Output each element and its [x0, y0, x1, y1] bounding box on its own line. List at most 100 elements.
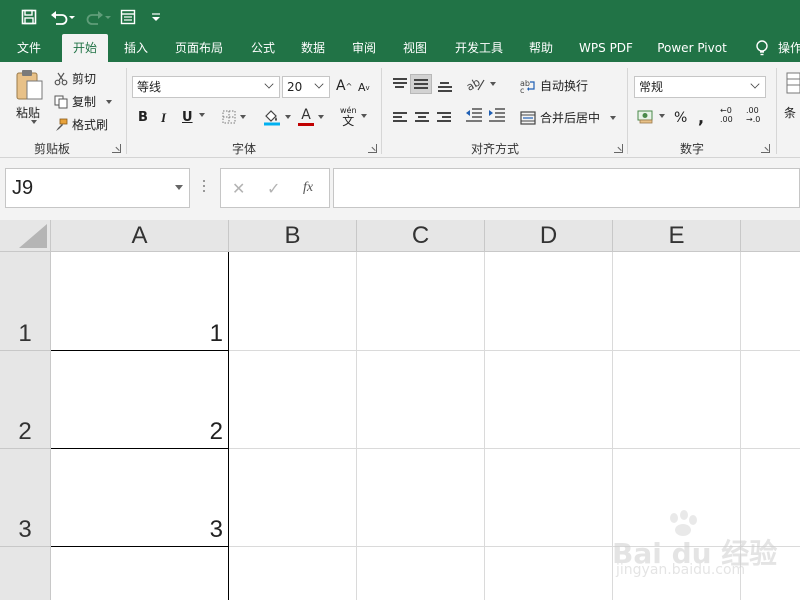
underline-dropdown[interactable] [195, 113, 205, 117]
insert-function-icon[interactable]: fx [303, 180, 313, 196]
format-painter-button[interactable]: 格式刷 [54, 116, 108, 133]
watermark-url: jingyan.baidu.com [616, 562, 746, 578]
cell-d4[interactable] [485, 547, 613, 600]
accounting-format-button[interactable] [637, 108, 665, 124]
undo-icon[interactable] [48, 6, 78, 28]
cell-d1[interactable] [485, 252, 613, 351]
cell-b3[interactable] [229, 449, 357, 547]
tab-power-pivot[interactable]: Power Pivot [652, 34, 732, 62]
orientation-button[interactable]: ab [466, 76, 496, 92]
tab-data[interactable]: 数据 [293, 34, 333, 62]
shrink-font-button[interactable]: Av [358, 81, 370, 94]
align-top-icon[interactable] [393, 78, 407, 90]
font-color-button[interactable]: A [298, 108, 324, 126]
align-middle-button[interactable] [410, 74, 432, 94]
cell-c3[interactable] [357, 449, 485, 547]
borders-button[interactable] [222, 110, 246, 124]
cell-c2[interactable] [357, 351, 485, 449]
number-launcher-icon[interactable] [761, 144, 770, 153]
percent-button[interactable]: % [674, 110, 687, 126]
tab-home[interactable]: 开始 [62, 34, 108, 62]
cell-d3[interactable] [485, 449, 613, 547]
cell-a1[interactable]: 1 [51, 252, 229, 351]
tab-file[interactable]: 文件 [8, 34, 50, 62]
tab-view[interactable]: 视图 [395, 34, 435, 62]
conditional-formatting-label[interactable]: 条 [784, 104, 796, 121]
cell-f2[interactable] [741, 351, 800, 449]
tab-review[interactable]: 审阅 [344, 34, 384, 62]
tab-developer[interactable]: 开发工具 [448, 34, 510, 62]
column-header-d[interactable]: D [485, 220, 613, 252]
cell-a3[interactable]: 3 [51, 449, 229, 547]
customize-qat-icon[interactable] [148, 6, 164, 28]
cell-e2[interactable] [613, 351, 741, 449]
column-header-f[interactable] [741, 220, 800, 252]
align-right-icon[interactable] [437, 112, 451, 124]
row-header-4[interactable] [0, 547, 51, 600]
align-left-icon[interactable] [393, 112, 407, 124]
save-icon[interactable] [18, 6, 40, 28]
font-size-select[interactable]: 20 [282, 76, 330, 98]
tab-wps-pdf[interactable]: WPS PDF [574, 34, 638, 62]
cell-b4[interactable] [229, 547, 357, 600]
bold-button[interactable]: B [138, 110, 148, 125]
decrease-indent-icon[interactable] [465, 108, 483, 122]
name-box[interactable]: J9 [5, 168, 190, 208]
cell-d2[interactable] [485, 351, 613, 449]
lightbulb-icon[interactable] [752, 34, 772, 62]
cell-b1[interactable] [229, 252, 357, 351]
column-header-e[interactable]: E [613, 220, 741, 252]
align-bottom-icon[interactable] [438, 82, 452, 94]
cell-c4[interactable] [357, 547, 485, 600]
cut-button[interactable]: 剪切 [54, 70, 96, 87]
ribbon-tab-bar: 文件 开始 插入 页面布局 公式 数据 审阅 视图 开发工具 帮助 WPS PD… [0, 34, 800, 62]
row-header-3[interactable]: 3 [0, 449, 51, 547]
tab-formulas[interactable]: 公式 [243, 34, 283, 62]
fill-color-button[interactable] [263, 108, 291, 126]
tab-page-layout[interactable]: 页面布局 [170, 34, 228, 62]
cell-b2[interactable] [229, 351, 357, 449]
paste-label[interactable]: 粘贴 [16, 104, 40, 121]
name-box-dropdown-icon[interactable] [175, 185, 183, 190]
redo-icon[interactable] [84, 6, 114, 28]
underline-button[interactable]: U [182, 110, 193, 125]
tab-tell-me[interactable]: 操作 [778, 34, 800, 62]
tab-insert[interactable]: 插入 [116, 34, 156, 62]
grow-font-button[interactable]: A ^ [336, 78, 352, 94]
font-launcher-icon[interactable] [368, 144, 377, 153]
cell-e1[interactable] [613, 252, 741, 351]
clipboard-launcher-icon[interactable] [112, 144, 121, 153]
formula-input[interactable] [333, 168, 800, 208]
formula-bar-grip-icon[interactable] [203, 180, 206, 194]
enter-icon[interactable]: ✓ [267, 179, 280, 198]
row-header-1[interactable]: 1 [0, 252, 51, 351]
font-name-select[interactable]: 等线 [132, 76, 280, 98]
tab-help[interactable]: 帮助 [521, 34, 561, 62]
wrap-text-button[interactable]: ab c 自动换行 [520, 77, 588, 94]
select-all-button[interactable] [0, 220, 51, 252]
align-center-icon[interactable] [415, 112, 429, 124]
form-icon[interactable] [118, 6, 138, 28]
column-header-b[interactable]: B [229, 220, 357, 252]
alignment-launcher-icon[interactable] [614, 144, 623, 153]
comma-style-button[interactable]: , [698, 108, 704, 127]
cell-a4[interactable] [51, 547, 229, 600]
italic-button[interactable]: I [161, 110, 166, 126]
paste-icon[interactable] [14, 68, 46, 102]
column-header-a[interactable]: A [51, 220, 229, 252]
increase-indent-icon[interactable] [488, 108, 506, 122]
cancel-icon[interactable]: ✕ [232, 179, 245, 198]
cell-c1[interactable] [357, 252, 485, 351]
row-header-2[interactable]: 2 [0, 351, 51, 449]
column-header-c[interactable]: C [357, 220, 485, 252]
phonetic-button[interactable]: wén 文 [340, 106, 367, 127]
increase-decimal-button[interactable]: ←0 .00 [720, 106, 733, 124]
decrease-decimal-button[interactable]: .00 →.0 [746, 106, 760, 124]
merge-center-button[interactable]: 合并后居中 [520, 109, 617, 126]
copy-button[interactable]: 复制 [54, 93, 113, 110]
paste-dropdown[interactable] [27, 120, 37, 124]
number-format-select[interactable]: 常规 [634, 76, 766, 98]
cell-a2[interactable]: 2 [51, 351, 229, 449]
conditional-formatting-icon[interactable] [786, 72, 800, 94]
cell-f1[interactable] [741, 252, 800, 351]
